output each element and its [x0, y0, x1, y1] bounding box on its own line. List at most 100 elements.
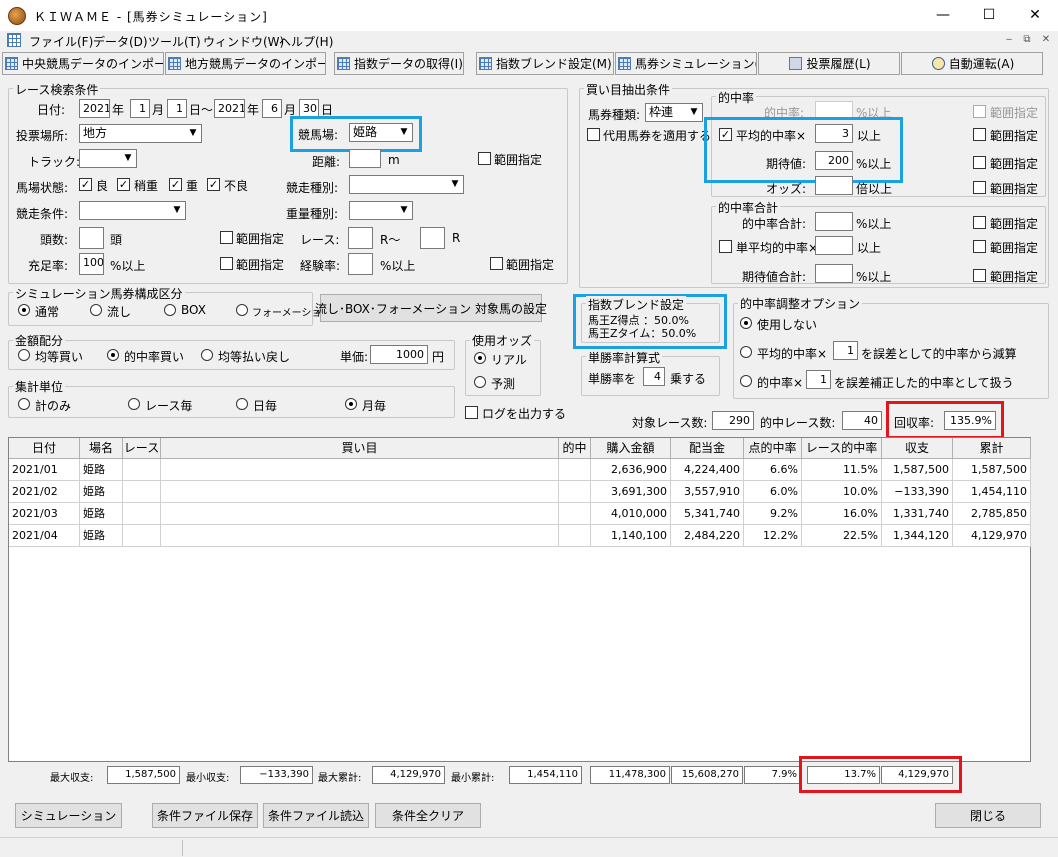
amount-payout-radio[interactable]: [201, 349, 213, 361]
race-type-select[interactable]: ▼: [349, 175, 464, 194]
log-output-checkbox[interactable]: [465, 406, 478, 419]
odds-real-radio[interactable]: [474, 352, 486, 364]
track-select[interactable]: 姫路 ▼: [349, 123, 413, 142]
load-conditions-button[interactable]: 条件ファイル読込: [263, 803, 369, 828]
fetch-index-button[interactable]: 指数データの取得(I): [334, 52, 464, 75]
to-month-input[interactable]: 6: [262, 99, 282, 118]
to-year-input[interactable]: 2021: [214, 99, 245, 118]
results-table[interactable]: 日付 場名 レース 買い目 的中 購入金額 配当金 点的中率 レース的中率 収支…: [8, 437, 1031, 762]
col-date[interactable]: 日付: [9, 438, 80, 459]
odds-predict-radio[interactable]: [474, 376, 486, 388]
col-hit[interactable]: 的中: [559, 438, 591, 459]
menu-data[interactable]: データ(D): [93, 33, 148, 50]
race-from-input[interactable]: [348, 227, 373, 249]
tally-total-radio[interactable]: [18, 398, 30, 410]
adjust-correct-input[interactable]: 1: [806, 370, 831, 389]
exp-range-checkbox[interactable]: [490, 257, 503, 270]
index-blend-button[interactable]: 指数ブレンド設定(M): [476, 52, 614, 75]
cond-heavy-checkbox[interactable]: ✓: [169, 178, 182, 191]
col-point-rate[interactable]: 点的中率: [744, 438, 802, 459]
save-conditions-button[interactable]: 条件ファイル保存: [152, 803, 258, 828]
expect-range-checkbox[interactable]: [973, 156, 986, 169]
col-cumulative[interactable]: 累計: [953, 438, 1031, 459]
import-local-button[interactable]: 地方競馬データのインポート(N): [165, 52, 326, 75]
sim-nagashi-radio[interactable]: [90, 304, 102, 316]
expect-input[interactable]: 200: [815, 151, 853, 170]
mdi-minimize-icon[interactable]: ‒: [1002, 33, 1016, 47]
track-type-select[interactable]: ▼: [79, 149, 137, 168]
heads-input[interactable]: [79, 227, 104, 249]
distance-input[interactable]: [349, 149, 381, 168]
ticket-type-select[interactable]: 枠連 ▼: [645, 103, 703, 122]
minimize-button[interactable]: —: [920, 0, 966, 31]
target-horse-setting-button[interactable]: 流し･BOX･フォーメーション 対象馬の設定: [315, 294, 547, 322]
single-avg-range-checkbox[interactable]: [973, 240, 986, 253]
menu-help[interactable]: ヘルプ(H): [279, 33, 333, 50]
mdi-close-icon[interactable]: ✕: [1039, 33, 1053, 47]
hit-sum-range-checkbox[interactable]: [973, 216, 986, 229]
vote-history-button[interactable]: 投票履歴(L): [758, 52, 900, 75]
tally-race-radio[interactable]: [128, 398, 140, 410]
simulation-button[interactable]: 馬券シミュレーション(B): [615, 52, 757, 75]
adjust-none-radio[interactable]: [740, 317, 752, 329]
odds-range-checkbox[interactable]: [973, 181, 986, 194]
cond-slight-checkbox[interactable]: ✓: [117, 178, 130, 191]
fill-range-checkbox[interactable]: [220, 257, 233, 270]
maximize-button[interactable]: ☐: [966, 0, 1012, 31]
weight-type-select[interactable]: ▼: [349, 201, 413, 220]
distance-range-checkbox[interactable]: [478, 152, 491, 165]
heads-range-checkbox[interactable]: [220, 231, 233, 244]
avg-hit-checkbox[interactable]: ✓: [719, 128, 732, 141]
hit-rate-range-checkbox[interactable]: [973, 105, 986, 118]
win-calc-input[interactable]: 4: [643, 367, 665, 386]
odds-input[interactable]: [815, 176, 853, 195]
unit-price-input[interactable]: 1000: [370, 345, 428, 364]
tally-month-radio[interactable]: [345, 398, 357, 410]
tally-day-radio[interactable]: [236, 398, 248, 410]
close-window-button[interactable]: ✕: [1012, 0, 1058, 31]
race-cond-select[interactable]: ▼: [79, 201, 186, 220]
table-row[interactable]: 2021/04 姫路 1,140,100 2,484,220 12.2% 22.5% 1,3…: [9, 525, 1031, 547]
sim-normal-radio[interactable]: [18, 304, 30, 316]
mdi-restore-icon[interactable]: ⧉: [1020, 33, 1034, 47]
col-purchase[interactable]: 購入金額: [591, 438, 671, 459]
from-year-input[interactable]: 2021: [79, 99, 110, 118]
col-payout[interactable]: 配当金: [671, 438, 744, 459]
expect-sum-input[interactable]: [815, 264, 853, 283]
adjust-subtract-input[interactable]: 1: [833, 341, 858, 360]
hit-sum-input[interactable]: [815, 212, 853, 231]
cond-good-checkbox[interactable]: ✓: [79, 178, 92, 191]
race-to-input[interactable]: [420, 227, 445, 249]
single-avg-input[interactable]: [815, 236, 853, 255]
single-avg-checkbox[interactable]: [719, 240, 732, 253]
adjust-correct-radio[interactable]: [740, 375, 752, 387]
from-month-input[interactable]: 1: [130, 99, 150, 118]
run-simulation-button[interactable]: シミュレーション: [15, 803, 122, 828]
from-day-input[interactable]: 1: [167, 99, 187, 118]
close-button[interactable]: 閉じる: [935, 803, 1041, 828]
substitute-checkbox[interactable]: [587, 128, 600, 141]
col-venue[interactable]: 場名: [80, 438, 123, 459]
avg-hit-input[interactable]: 3: [815, 124, 853, 143]
col-bets[interactable]: 買い目: [161, 438, 559, 459]
clear-conditions-button[interactable]: 条件全クリア: [375, 803, 481, 828]
col-race-rate[interactable]: レース的中率: [802, 438, 882, 459]
expect-sum-range-checkbox[interactable]: [973, 269, 986, 282]
amount-hit-radio[interactable]: [107, 349, 119, 361]
menu-window[interactable]: ウィンドウ(W): [203, 33, 284, 50]
auto-run-button[interactable]: 自動運転(A): [901, 52, 1043, 75]
sim-box-radio[interactable]: [164, 304, 176, 316]
exp-input[interactable]: [348, 253, 373, 275]
table-row[interactable]: 2021/01 姫路 2,636,900 4,224,400 6.6% 11.5% 1,58…: [9, 459, 1031, 481]
table-row[interactable]: 2021/02 姫路 3,691,300 3,557,910 6.0% 10.0% −133…: [9, 481, 1031, 503]
venue-select[interactable]: 地方 ▼: [79, 124, 202, 143]
fill-input[interactable]: 100: [79, 253, 104, 275]
menu-file[interactable]: ファイル(F): [29, 33, 93, 50]
col-race[interactable]: レース: [123, 438, 161, 459]
cond-bad-checkbox[interactable]: ✓: [207, 178, 220, 191]
avg-hit-range-checkbox[interactable]: [973, 128, 986, 141]
col-profit[interactable]: 収支: [882, 438, 953, 459]
sim-formation-radio[interactable]: [236, 304, 248, 316]
adjust-subtract-radio[interactable]: [740, 346, 752, 358]
import-central-button[interactable]: 中央競馬データのインポート(J): [2, 52, 164, 75]
